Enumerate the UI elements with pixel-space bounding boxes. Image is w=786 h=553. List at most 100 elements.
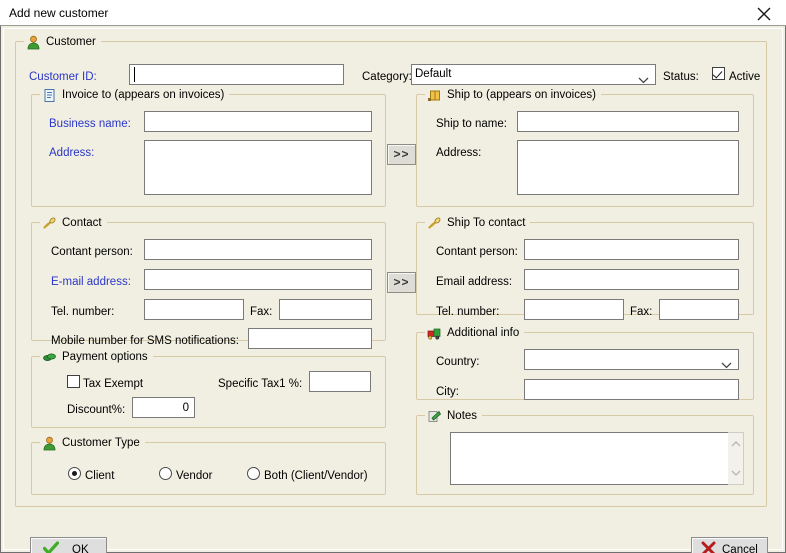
country-dropdown[interactable] <box>524 349 739 370</box>
radio-both[interactable] <box>247 467 260 480</box>
payment-options-group: Payment options Tax Exempt Specific Tax1… <box>31 349 386 428</box>
window-title: Add new customer <box>9 6 109 20</box>
title-bar: Add new customer <box>0 0 786 26</box>
status-label: Status: <box>663 71 699 83</box>
ok-button[interactable]: OK <box>30 537 107 553</box>
specific-tax-input[interactable] <box>309 371 371 392</box>
country-label: Country: <box>436 356 480 368</box>
mobile-sms-input[interactable] <box>248 328 372 349</box>
money-icon <box>42 350 57 365</box>
radio-client[interactable] <box>68 467 81 480</box>
customer-id-label: Customer ID: <box>29 71 97 83</box>
contact-legend: Contact <box>40 215 107 231</box>
discount-label: Discount%: <box>67 404 126 416</box>
active-checkbox[interactable] <box>712 67 725 80</box>
fax-input[interactable] <box>279 299 372 320</box>
chevron-down-icon <box>721 357 732 370</box>
payment-options-title: Payment options <box>62 351 148 363</box>
cancel-button-label: Cancel <box>722 543 758 553</box>
ship-tel-label: Tel. number: <box>436 306 500 318</box>
ship-email-input[interactable] <box>524 269 739 290</box>
ship-to-title: Ship to (appears on invoices) <box>447 89 596 101</box>
email-input[interactable] <box>144 269 372 290</box>
notes-textarea[interactable] <box>450 432 744 485</box>
close-icon[interactable] <box>742 0 786 25</box>
ship-fax-label: Fax: <box>630 306 653 318</box>
customer-id-input[interactable] <box>129 64 344 85</box>
additional-info-group: Additional info Country: City: <box>416 325 754 400</box>
ship-to-legend: Ship to (appears on invoices) <box>425 87 601 103</box>
person-icon <box>42 436 57 451</box>
ship-contact-person-input[interactable] <box>524 239 739 260</box>
ship-fax-input[interactable] <box>659 299 739 320</box>
ship-to-name-input[interactable] <box>517 111 739 132</box>
ship-to-contact-legend: Ship To contact <box>425 215 531 231</box>
category-dropdown[interactable]: Default <box>411 64 656 85</box>
payment-options-legend: Payment options <box>40 349 153 365</box>
tel-label: Tel. number: <box>51 306 115 318</box>
active-label: Active <box>729 71 761 83</box>
mobile-sms-label: Mobile number for SMS notifications: <box>51 335 239 347</box>
tel-input[interactable] <box>144 299 244 320</box>
customer-group-title: Customer <box>46 36 96 48</box>
tax-exempt-label: Tax Exempt <box>83 378 144 390</box>
ok-button-label: OK <box>72 543 89 553</box>
add-new-customer-dialog: Add new customer Customer Customer ID: C… <box>0 0 786 553</box>
invoice-address-label: Address: <box>49 147 95 159</box>
invoice-to-legend: Invoice to (appears on invoices) <box>40 87 230 103</box>
customer-group: Customer Customer ID: Category: Default … <box>15 34 767 507</box>
notes-group: Notes <box>416 408 754 495</box>
contact-person-label: Contant person: <box>51 246 133 258</box>
truck-icon <box>427 326 442 341</box>
email-label: E-mail address: <box>51 276 131 288</box>
cancel-button[interactable]: Cancel <box>691 537 768 553</box>
customer-type-title: Customer Type <box>62 437 140 449</box>
radio-vendor[interactable] <box>159 467 172 480</box>
checkmark-icon <box>42 540 60 553</box>
document-icon <box>42 88 57 103</box>
contact-group: Contact Contant person: E-mail address: … <box>31 215 386 349</box>
phone-icon <box>427 216 442 231</box>
dialog-inner-panel: Customer Customer ID: Category: Default … <box>3 28 783 553</box>
radio-both-label: Both (Client/Vendor) <box>264 470 368 482</box>
text-caret <box>134 67 135 82</box>
ship-tel-input[interactable] <box>524 299 624 320</box>
invoice-to-group: Invoice to (appears on invoices) Busines… <box>31 87 386 207</box>
ship-to-contact-group: Ship To contact Contant person: Email ad… <box>416 215 754 320</box>
package-icon <box>427 88 442 103</box>
contact-person-input[interactable] <box>144 239 372 260</box>
city-label: City: <box>436 386 459 398</box>
additional-info-title: Additional info <box>447 327 520 339</box>
invoice-address-textarea[interactable] <box>144 140 372 195</box>
customer-type-legend: Customer Type <box>40 435 145 451</box>
ship-to-group: Ship to (appears on invoices) Ship to na… <box>416 87 754 207</box>
business-name-input[interactable] <box>144 111 372 132</box>
copy-contact-to-ship-contact-button[interactable]: >> <box>387 272 416 293</box>
ship-email-label: Email address: <box>436 276 513 288</box>
phone-icon <box>42 216 57 231</box>
tax-exempt-checkbox[interactable] <box>67 375 80 388</box>
notes-scrollbar[interactable] <box>728 432 744 485</box>
notes-title: Notes <box>447 410 478 422</box>
discount-input[interactable] <box>132 397 195 418</box>
ship-contact-person-label: Contant person: <box>436 246 518 258</box>
radio-client-label: Client <box>85 470 115 482</box>
customer-group-legend: Customer <box>24 34 101 50</box>
customer-type-group: Customer Type Client Vendor Both (Client… <box>31 435 386 495</box>
copy-invoice-to-ship-button[interactable]: >> <box>387 144 416 165</box>
note-icon <box>427 409 442 424</box>
radio-vendor-label: Vendor <box>176 470 213 482</box>
city-input[interactable] <box>524 379 739 400</box>
scroll-up-icon[interactable] <box>731 438 741 450</box>
category-label: Category: <box>362 71 412 83</box>
business-name-label: Business name: <box>49 118 131 130</box>
ship-to-address-textarea[interactable] <box>517 140 739 195</box>
additional-info-legend: Additional info <box>425 325 525 341</box>
contact-title: Contact <box>62 217 102 229</box>
x-mark-icon <box>701 541 716 553</box>
dialog-client-area: Customer Customer ID: Category: Default … <box>0 26 786 553</box>
notes-legend: Notes <box>425 408 483 424</box>
fax-label: Fax: <box>250 306 273 318</box>
scroll-down-icon[interactable] <box>731 467 741 479</box>
person-icon <box>26 35 41 50</box>
